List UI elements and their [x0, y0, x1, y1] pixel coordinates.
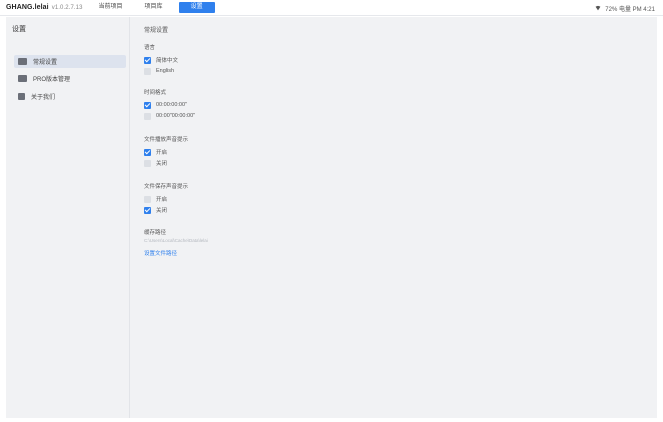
brand-name: GHANG.lelai: [6, 4, 49, 11]
status-area: 72% 电量 PM 4:21: [595, 0, 655, 16]
language-title: 语言: [144, 45, 156, 51]
set-path-link[interactable]: 设置文件路径: [144, 249, 177, 257]
option-label: English: [156, 68, 175, 74]
option-label: 00:00"00:00:00": [156, 113, 196, 119]
language-option-en[interactable]: English: [144, 67, 174, 75]
checkbox[interactable]: [144, 206, 151, 214]
time-format-title: 时间格式: [144, 90, 167, 96]
top-bar: GHANG.lelai v1.0.2.7.13 当前项目 项目库 设置 72% 电…: [0, 0, 663, 16]
checkbox[interactable]: [144, 56, 151, 64]
sidebar-item-about[interactable]: 关于我们: [14, 90, 126, 103]
checkbox[interactable]: [144, 159, 151, 167]
language-option-zh[interactable]: 简体中文: [144, 56, 178, 64]
sound-save-title: 文件保存声音提示: [144, 184, 189, 190]
status-text: 72% 电量 PM 4:21: [605, 6, 655, 13]
tab-project-library[interactable]: 项目库: [139, 2, 169, 13]
edit-icon: [18, 75, 27, 82]
sidebar-item-label: PRO版本管理: [33, 77, 71, 83]
option-label: 开启: [156, 197, 168, 203]
sidebar-item-label: 常规设置: [33, 60, 58, 66]
sound-play-on[interactable]: 开启: [144, 148, 167, 156]
checkbox[interactable]: [144, 101, 151, 109]
checkbox[interactable]: [144, 112, 151, 120]
option-label: 00:00:00:00": [156, 102, 188, 108]
time-format-option-2[interactable]: 00:00"00:00:00": [144, 112, 195, 120]
option-label: 关闭: [156, 208, 168, 214]
sidebar-item-label: 关于我们: [31, 95, 56, 101]
sound-play-title: 文件播放声音提示: [144, 137, 189, 143]
checkbox[interactable]: [144, 195, 151, 203]
app-brand: GHANG.lelai v1.0.2.7.13: [6, 4, 83, 11]
sidebar: 设置 常规设置 PRO版本管理 关于我们: [6, 17, 130, 418]
storage-path: C:\Users\Local\Cache\Data\lelai: [144, 238, 208, 243]
tab-settings[interactable]: 设置: [178, 2, 215, 13]
settings-panel: 常规设置 语言 简体中文 English 时间格式 00:00:00:00" 0…: [144, 17, 644, 418]
sidebar-item-pro[interactable]: PRO版本管理: [14, 72, 126, 85]
checkbox[interactable]: [144, 67, 151, 75]
wifi-icon: [595, 5, 601, 11]
app-version: v1.0.2.7.13: [51, 5, 83, 11]
sound-play-off[interactable]: 关闭: [144, 159, 167, 167]
time-format-option-1[interactable]: 00:00:00:00": [144, 101, 187, 109]
option-label: 关闭: [156, 161, 168, 167]
monitor-icon: [18, 58, 27, 65]
option-label: 简体中文: [156, 58, 179, 64]
sidebar-item-general[interactable]: 常规设置: [14, 55, 126, 68]
option-label: 开启: [156, 150, 168, 156]
info-icon: [18, 93, 25, 100]
sound-save-off[interactable]: 关闭: [144, 206, 167, 214]
tab-current-project[interactable]: 当前项目: [93, 2, 129, 13]
settings-window: 设置 常规设置 PRO版本管理 关于我们 常规设置 语言 简体中文 Englis…: [6, 17, 657, 418]
sidebar-title: 设置: [12, 26, 26, 33]
checkbox[interactable]: [144, 148, 151, 156]
storage-title: 缓存路径: [144, 230, 167, 236]
page-title: 常规设置: [144, 28, 169, 34]
sound-save-on[interactable]: 开启: [144, 195, 167, 203]
